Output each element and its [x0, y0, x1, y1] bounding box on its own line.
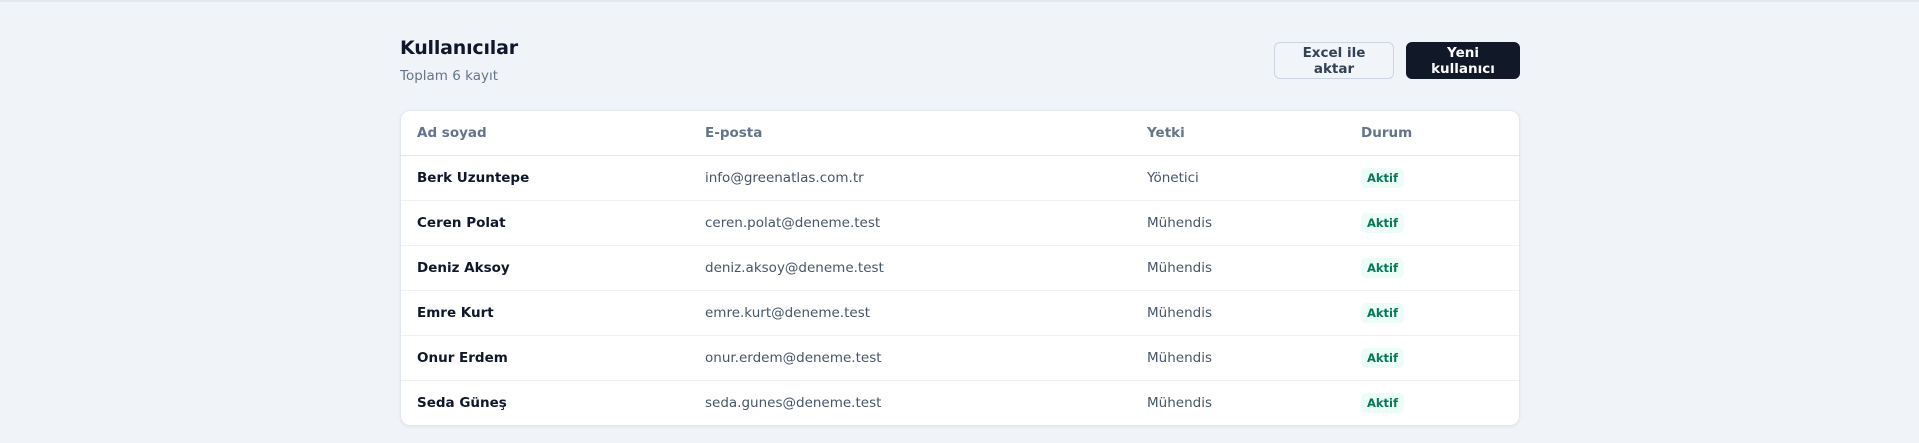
- user-role: Yönetici: [1131, 155, 1345, 201]
- user-name: Onur Erdem: [401, 335, 689, 381]
- page-header: Kullanıcılar Toplam 6 kayıt Excel ile ak…: [400, 0, 1520, 110]
- user-role: Mühendis: [1147, 394, 1212, 411]
- status-cell: Aktif: [1345, 380, 1519, 425]
- user-email: deniz.aksoy@deneme.test: [689, 245, 1131, 291]
- page-title: Kullanıcılar: [400, 37, 518, 59]
- column-header-name[interactable]: Ad soyad: [401, 111, 689, 156]
- table-row[interactable]: Emre Kurt emre.kurt@deneme.test Mühendis…: [401, 290, 1519, 336]
- export-excel-button[interactable]: Excel ile aktar: [1274, 42, 1394, 79]
- user-name: Seda Güneş: [417, 394, 507, 411]
- user-name: Emre Kurt: [401, 290, 689, 336]
- status-cell: Aktif: [1345, 200, 1519, 246]
- user-email: emre.kurt@deneme.test: [689, 290, 1131, 336]
- status-cell: Aktif: [1345, 155, 1519, 201]
- status-cell: Aktif: [1345, 290, 1519, 336]
- status-cell: Aktif: [1345, 245, 1519, 291]
- user-role: Mühendis: [1131, 290, 1345, 336]
- users-page: Kullanıcılar Toplam 6 kayıt Excel ile ak…: [400, 0, 1520, 426]
- record-count: Toplam 6 kayıt: [400, 68, 499, 84]
- users-table: Ad soyad E-posta Yetki Durum Berk Uzunte…: [401, 111, 1519, 425]
- user-email: ceren.polat@deneme.test: [689, 200, 1131, 246]
- column-header-email[interactable]: E-posta: [689, 111, 1131, 156]
- status-badge: Aktif: [1361, 347, 1404, 368]
- table-row[interactable]: Seda Güneş seda.gunes@deneme.test Mühend…: [401, 380, 1519, 425]
- user-email: seda.gunes@deneme.test: [705, 394, 882, 411]
- users-table-card: Ad soyad E-posta Yetki Durum Berk Uzunte…: [400, 110, 1520, 426]
- table-row[interactable]: Berk Uzuntepe info@greenatlas.com.tr Yön…: [401, 155, 1519, 201]
- user-name: Ceren Polat: [401, 200, 689, 246]
- user-email: onur.erdem@deneme.test: [689, 335, 1131, 381]
- status-cell: Aktif: [1345, 335, 1519, 381]
- user-role: Mühendis: [1131, 335, 1345, 381]
- user-email: info@greenatlas.com.tr: [689, 155, 1131, 201]
- header-actions: Excel ile aktar Yeni kullanıcı: [1274, 42, 1520, 79]
- new-user-button[interactable]: Yeni kullanıcı: [1406, 42, 1520, 79]
- table-body: Berk Uzuntepe info@greenatlas.com.tr Yön…: [401, 155, 1519, 425]
- status-badge: Aktif: [1361, 212, 1404, 233]
- status-badge: Aktif: [1361, 167, 1404, 188]
- user-name: Berk Uzuntepe: [401, 155, 689, 201]
- status-badge: Aktif: [1361, 257, 1404, 278]
- table-row[interactable]: Deniz Aksoy deniz.aksoy@deneme.test Mühe…: [401, 245, 1519, 291]
- status-badge: Aktif: [1361, 392, 1404, 413]
- table-row[interactable]: Ceren Polat ceren.polat@deneme.test Mühe…: [401, 200, 1519, 246]
- table-row[interactable]: Onur Erdem onur.erdem@deneme.test Mühend…: [401, 335, 1519, 381]
- user-role: Mühendis: [1131, 245, 1345, 291]
- user-name: Deniz Aksoy: [401, 245, 689, 291]
- column-header-role[interactable]: Yetki: [1131, 111, 1345, 156]
- status-badge: Aktif: [1361, 302, 1404, 323]
- table-header: Ad soyad E-posta Yetki Durum: [401, 111, 1519, 156]
- column-header-status[interactable]: Durum: [1345, 111, 1519, 156]
- user-role: Mühendis: [1131, 200, 1345, 246]
